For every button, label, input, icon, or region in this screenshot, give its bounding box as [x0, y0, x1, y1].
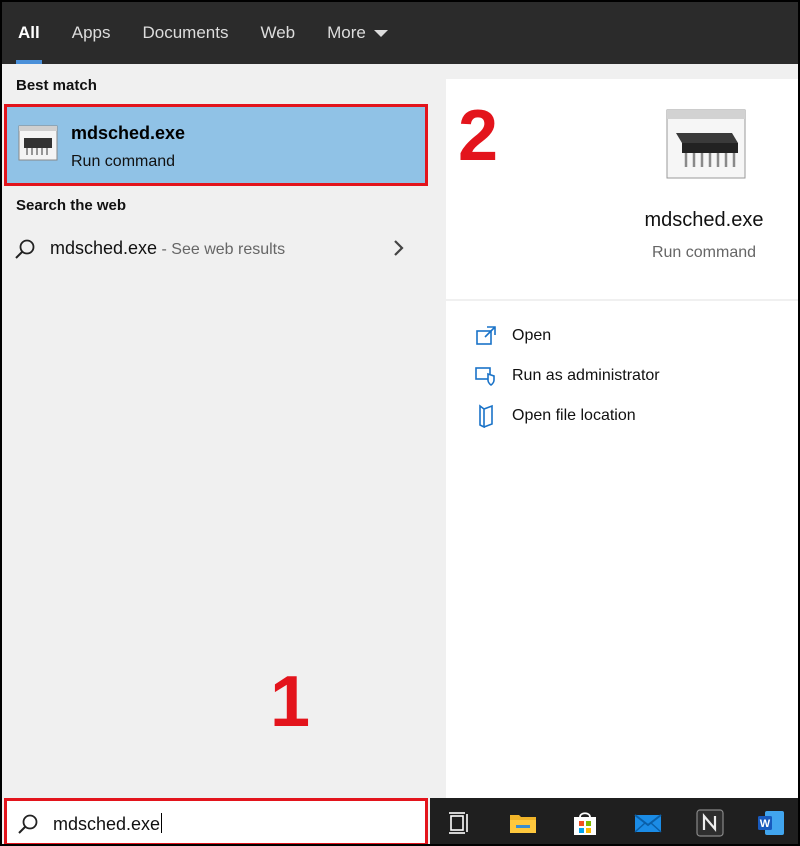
web-result-hint: - See web results	[157, 241, 286, 258]
memory-chip-icon	[666, 109, 746, 179]
annotation-number-1: 1	[270, 662, 311, 742]
actions-list: Open Run as administrator Open file loca…	[446, 301, 798, 798]
best-match-heading: Best match	[16, 77, 97, 94]
svg-text:W: W	[760, 818, 771, 830]
store-icon[interactable]	[570, 808, 600, 838]
action-label: Open	[512, 327, 552, 344]
action-label: Run as administrator	[512, 367, 660, 384]
best-match-name: mdsched.exe	[71, 123, 186, 143]
search-web-heading: Search the web	[16, 197, 127, 214]
chevron-right-icon[interactable]	[392, 238, 406, 258]
detail-card: mdsched.exe Run command	[446, 79, 798, 299]
tab-more[interactable]: More	[311, 2, 404, 64]
best-match-type: Run command	[71, 153, 176, 170]
web-result-text: mdsched.exe - See web results	[50, 238, 285, 259]
tab-documents[interactable]: Documents	[126, 2, 244, 64]
detail-type: Run command	[446, 244, 786, 262]
task-view-icon[interactable]	[446, 808, 476, 838]
folder-location-icon	[479, 404, 493, 428]
start-search-window: All Apps Documents Web More Best match m…	[0, 0, 800, 846]
mail-icon[interactable]	[633, 808, 663, 838]
tab-label: All	[18, 23, 40, 42]
best-match-item[interactable]: mdsched.exe Run command	[4, 104, 428, 186]
tab-label: Documents	[142, 23, 229, 42]
memory-chip-icon	[18, 125, 58, 161]
search-query-text: mdsched.exe	[53, 814, 161, 834]
web-result-query: mdsched.exe	[50, 238, 158, 258]
search-input-value: mdsched.exe	[53, 813, 163, 835]
action-open[interactable]: Open	[474, 321, 551, 351]
detail-type-text: Run command	[651, 244, 757, 261]
results-pane: Best match mdsched.exe Run command Searc…	[2, 64, 430, 798]
taskbar: W	[430, 798, 798, 844]
tab-apps[interactable]: Apps	[56, 2, 127, 64]
tab-label: More	[327, 23, 366, 42]
action-open-file-location[interactable]: Open file location	[474, 401, 636, 431]
search-icon	[18, 814, 38, 834]
detail-name-text: mdsched.exe	[644, 209, 764, 231]
open-icon	[476, 326, 496, 345]
file-explorer-icon[interactable]	[508, 808, 538, 838]
web-result-item[interactable]: mdsched.exe - See web results	[2, 226, 430, 270]
tab-all[interactable]: All	[2, 2, 56, 64]
search-input[interactable]: mdsched.exe	[4, 798, 428, 844]
tab-web[interactable]: Web	[244, 2, 311, 64]
tab-label: Web	[260, 23, 296, 42]
action-run-as-admin[interactable]: Run as administrator	[474, 361, 660, 391]
annotation-number-2: 2	[458, 96, 499, 176]
action-label: Open file location	[512, 407, 636, 424]
detail-name: mdsched.exe	[446, 209, 786, 232]
notion-icon[interactable]	[695, 808, 725, 838]
filter-tab-bar: All Apps Documents Web More	[2, 2, 798, 64]
text-cursor	[161, 813, 163, 833]
chevron-down-icon	[373, 29, 388, 37]
word-icon[interactable]: W	[756, 808, 786, 838]
tab-label: Apps	[71, 23, 111, 42]
search-icon	[15, 239, 35, 259]
shield-icon	[475, 367, 495, 386]
